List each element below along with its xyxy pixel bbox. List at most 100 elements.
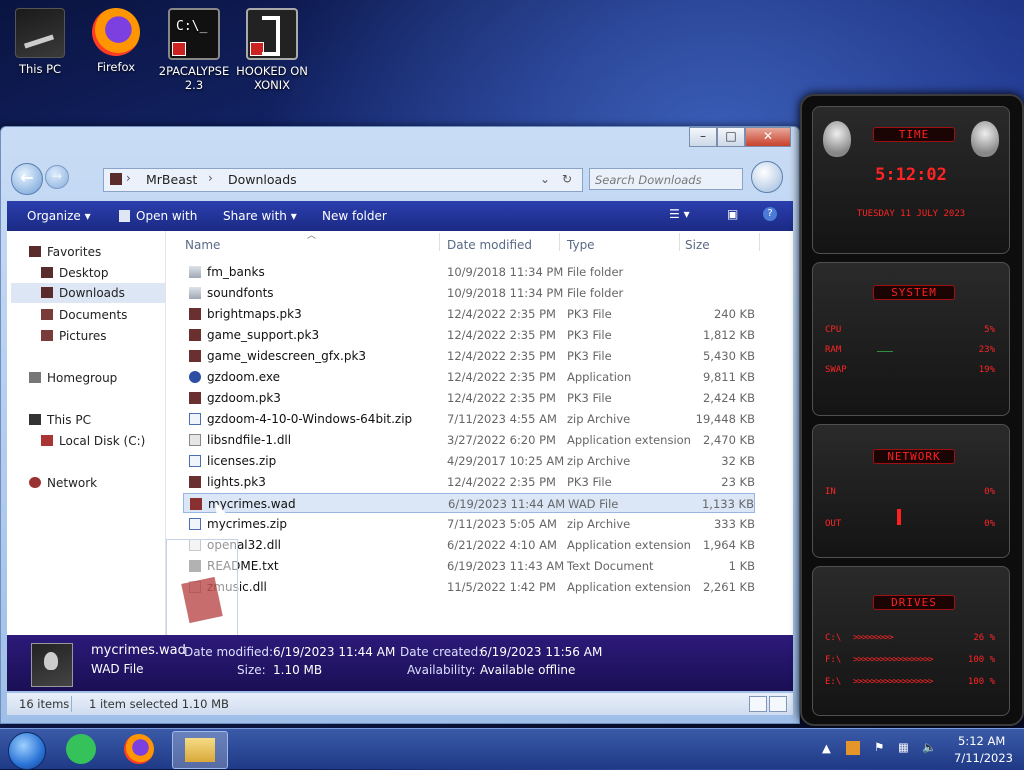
file-type: zip Archive xyxy=(567,517,631,531)
tray-app-icon[interactable] xyxy=(846,741,860,755)
nav-local-disk[interactable]: Local Disk (C:) xyxy=(41,434,145,448)
address-bar[interactable]: › MrBeast › Downloads ⌄ ↻ xyxy=(103,168,583,192)
status-selection: 1 item selected 1.10 MB xyxy=(89,697,229,711)
file-date-modified: 6/19/2023 11:43 AM xyxy=(447,559,565,573)
volume-icon[interactable]: 🔈 xyxy=(922,740,936,754)
network-out-value: 0% xyxy=(984,519,995,529)
file-row[interactable]: licenses.zip 4/29/2017 10:25 AM zip Archiv… xyxy=(183,451,755,471)
share-with-button[interactable]: Share with ▾ xyxy=(223,209,297,223)
file-row[interactable]: fm_banks 10/9/2018 11:34 PM File folder xyxy=(183,262,755,282)
details-file-type: WAD File xyxy=(91,662,144,676)
close-button[interactable]: ✕ xyxy=(745,127,791,147)
xonix-game-icon xyxy=(246,8,298,60)
column-divider[interactable] xyxy=(439,233,440,251)
file-row[interactable]: README.txt 6/19/2023 11:43 AM Text Documen… xyxy=(183,556,755,576)
desktop-icon-hooked-on-xonix[interactable]: HOOKED ON XONIX xyxy=(234,6,310,92)
swap-value: 19% xyxy=(978,365,995,375)
shortcut-badge-icon xyxy=(172,42,186,56)
maximize-button[interactable]: □ xyxy=(717,127,745,147)
column-divider[interactable] xyxy=(759,233,760,251)
desktop-icon-firefox[interactable]: Firefox xyxy=(78,6,154,74)
taskbar-time[interactable]: 5:12 AM xyxy=(958,734,1005,748)
file-row[interactable]: brightmaps.pk3 12/4/2022 2:35 PM PK3 File 2… xyxy=(183,304,755,324)
preview-pane-icon[interactable]: ▣ xyxy=(727,207,738,221)
open-with-button[interactable]: Open with xyxy=(119,209,197,223)
desktop-icon-this-pc[interactable]: This PC xyxy=(2,6,78,76)
pk3-file-icon xyxy=(189,392,201,404)
nav-homegroup[interactable]: Homegroup xyxy=(29,371,117,385)
back-button[interactable]: ← xyxy=(11,163,43,195)
file-row[interactable]: openal32.dll 6/21/2022 4:10 AM Application… xyxy=(183,535,755,555)
column-size[interactable]: Size xyxy=(685,238,710,252)
firefox-taskbar-icon[interactable] xyxy=(124,734,154,764)
file-type: zip Archive xyxy=(567,412,631,426)
breadcrumb-chevron-icon: › xyxy=(126,171,131,185)
desktop-icon-label: Firefox xyxy=(96,60,136,74)
forward-button[interactable]: → xyxy=(45,165,69,189)
command-prompt-icon xyxy=(168,8,220,60)
nav-network[interactable]: Network xyxy=(29,476,97,490)
file-row[interactable]: gzdoom-4-10-0-Windows-64bit.zip 7/11/2023… xyxy=(183,409,755,429)
file-row[interactable]: lights.pk3 12/4/2022 2:35 PM PK3 File 23 KB xyxy=(183,472,755,492)
exe-file-icon xyxy=(189,371,201,383)
chevron-down-icon: ▾ xyxy=(290,209,297,223)
file-row[interactable]: game_widescreen_gfx.pk3 12/4/2022 2:35 PM… xyxy=(183,346,755,366)
large-icons-view-icon[interactable] xyxy=(769,696,787,712)
start-button[interactable] xyxy=(8,732,46,770)
file-row[interactable]: mycrimes.wad 6/19/2023 11:44 AM WAD File 1,… xyxy=(183,493,755,513)
nav-label: Local Disk (C:) xyxy=(59,434,146,448)
file-size: 32 KB xyxy=(721,454,755,468)
spotify-icon[interactable] xyxy=(66,734,96,764)
column-divider[interactable] xyxy=(559,233,560,251)
minimize-button[interactable]: – xyxy=(689,127,717,147)
column-name[interactable]: Name xyxy=(185,238,220,252)
nav-documents[interactable]: Documents xyxy=(41,308,127,322)
column-date-modified[interactable]: Date modified xyxy=(447,238,532,252)
breadcrumb-downloads[interactable]: Downloads xyxy=(228,172,297,187)
file-row[interactable]: game_support.pk3 12/4/2022 2:35 PM PK3 Fil… xyxy=(183,325,755,345)
refresh-icon[interactable]: ↻ xyxy=(562,172,572,186)
search-input[interactable]: Search Downloads xyxy=(589,168,743,190)
action-center-flag-icon[interactable]: ⚑ xyxy=(874,740,884,754)
file-row[interactable]: libsndfile-1.dll 3/27/2022 6:20 PM Applica… xyxy=(183,430,755,450)
caption-buttons: – □ ✕ xyxy=(689,127,791,147)
search-icon[interactable] xyxy=(751,161,783,193)
breadcrumb-mrbeast[interactable]: MrBeast xyxy=(146,172,197,187)
explorer-taskbar-button[interactable] xyxy=(172,731,228,769)
pk3-file-icon xyxy=(189,308,201,320)
navigation-bar: ← → › MrBeast › Downloads ⌄ ↻ Search Dow… xyxy=(9,161,791,195)
nav-this-pc[interactable]: This PC xyxy=(29,413,91,427)
details-date-created: 6/19/2023 11:56 AM xyxy=(480,645,603,659)
file-date-modified: 12/4/2022 2:35 PM xyxy=(447,349,556,363)
show-hidden-icons[interactable]: ▲ xyxy=(822,741,831,755)
file-row[interactable]: soundfonts 10/9/2018 11:34 PM File folder xyxy=(183,283,755,303)
nav-desktop[interactable]: Desktop xyxy=(41,266,109,280)
taskbar-date[interactable]: 7/11/2023 xyxy=(954,751,1013,765)
this-pc-icon xyxy=(15,8,65,58)
network-status-icon[interactable]: ▦ xyxy=(898,740,909,754)
address-dropdown-icon[interactable]: ⌄ xyxy=(540,172,550,186)
system-monitor-widget: TIME 5:12:02 TUESDAY 11 JULY 2023 SYSTEM… xyxy=(800,94,1024,726)
open-with-icon xyxy=(119,210,130,222)
organize-button[interactable]: Organize ▾ xyxy=(27,209,91,223)
new-folder-button[interactable]: New folder xyxy=(322,209,387,223)
cpu-label: CPU xyxy=(825,325,842,335)
file-row[interactable]: gzdoom.pk3 12/4/2022 2:35 PM PK3 File 2,424… xyxy=(183,388,755,408)
chevron-down-icon: ▾ xyxy=(84,209,91,223)
file-row[interactable]: gzdoom.exe 12/4/2022 2:35 PM Application 9,… xyxy=(183,367,755,387)
file-row[interactable]: mycrimes.zip 7/11/2023 5:05 AM zip Archive… xyxy=(183,514,755,534)
column-divider[interactable] xyxy=(679,233,680,251)
shortcut-badge-icon xyxy=(250,42,264,56)
help-icon[interactable]: ? xyxy=(763,207,777,221)
nav-pictures[interactable]: Pictures xyxy=(41,329,107,343)
column-type[interactable]: Type xyxy=(567,238,595,252)
desktop-icon-2pacalypse[interactable]: 2PACALYPSE 2.3 xyxy=(156,6,232,92)
ram-label: RAM xyxy=(825,345,842,355)
details-view-icon[interactable] xyxy=(749,696,767,712)
file-name: soundfonts xyxy=(207,286,274,300)
file-size: 1 KB xyxy=(728,559,755,573)
file-row[interactable]: zmusic.dll11/5/2022 1:42 PMApplication e… xyxy=(183,577,755,597)
nav-downloads[interactable]: Downloads xyxy=(11,283,165,303)
nav-favorites[interactable]: Favorites xyxy=(29,245,101,259)
view-options-icon[interactable]: ☰ ▾ xyxy=(669,207,690,221)
